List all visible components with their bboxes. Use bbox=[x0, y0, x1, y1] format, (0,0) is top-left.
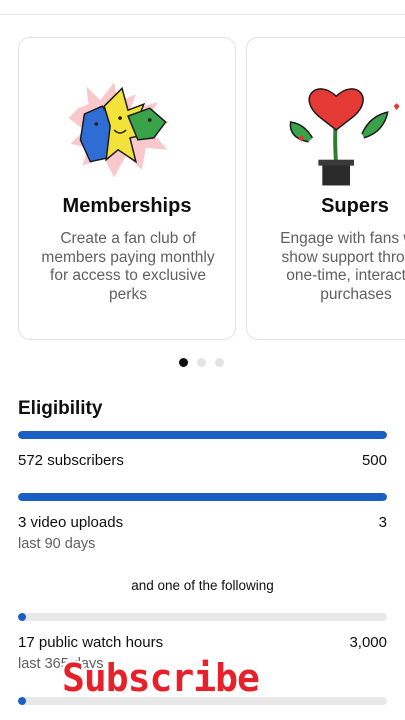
uploads-target: 3 bbox=[378, 514, 387, 531]
uploads-progress-bar bbox=[18, 493, 387, 501]
features-carousel[interactable]: Memberships Create a fan club of members… bbox=[0, 37, 405, 342]
subscribers-target: 500 bbox=[361, 452, 387, 469]
carousel-dot[interactable] bbox=[197, 358, 206, 367]
card-title: Memberships bbox=[62, 195, 192, 217]
subscribe-watermark: Subscribe bbox=[62, 656, 260, 700]
carousel-page-indicator[interactable] bbox=[179, 358, 224, 367]
carousel-dot[interactable] bbox=[215, 358, 224, 367]
uploads-period: last 90 days bbox=[18, 536, 96, 552]
watch-hours-target: 3,000 bbox=[349, 634, 387, 651]
uploads-count: 3 video uploads bbox=[18, 514, 124, 531]
watch-hours-progress-fill bbox=[18, 613, 26, 621]
card-title: Supers bbox=[321, 195, 389, 217]
subscribers-count: 572 subscribers bbox=[18, 452, 124, 469]
or-separator-text: and one of the following bbox=[131, 578, 274, 593]
card-description: Create a fan club of members paying mont… bbox=[41, 230, 215, 303]
shorts-views-progress-fill bbox=[18, 697, 26, 705]
supers-plant-heart-icon bbox=[289, 88, 400, 186]
carousel-dot-active[interactable] bbox=[179, 358, 188, 367]
card-description: Engage with fans who show support throug… bbox=[280, 230, 405, 303]
supers-card[interactable]: Supers Engage with fans who show support… bbox=[246, 37, 405, 340]
memberships-illustration-icon bbox=[68, 82, 170, 178]
memberships-card[interactable]: Memberships Create a fan club of members… bbox=[18, 37, 236, 340]
watch-hours-progress-bar bbox=[18, 613, 387, 621]
eligibility-title: Eligibility bbox=[18, 398, 103, 419]
uploads-progress-fill bbox=[18, 493, 387, 501]
subscribers-progress-fill bbox=[18, 431, 387, 439]
top-divider bbox=[0, 14, 405, 15]
watch-hours-count: 17 public watch hours bbox=[18, 634, 164, 651]
subscribers-progress-bar bbox=[18, 431, 387, 439]
